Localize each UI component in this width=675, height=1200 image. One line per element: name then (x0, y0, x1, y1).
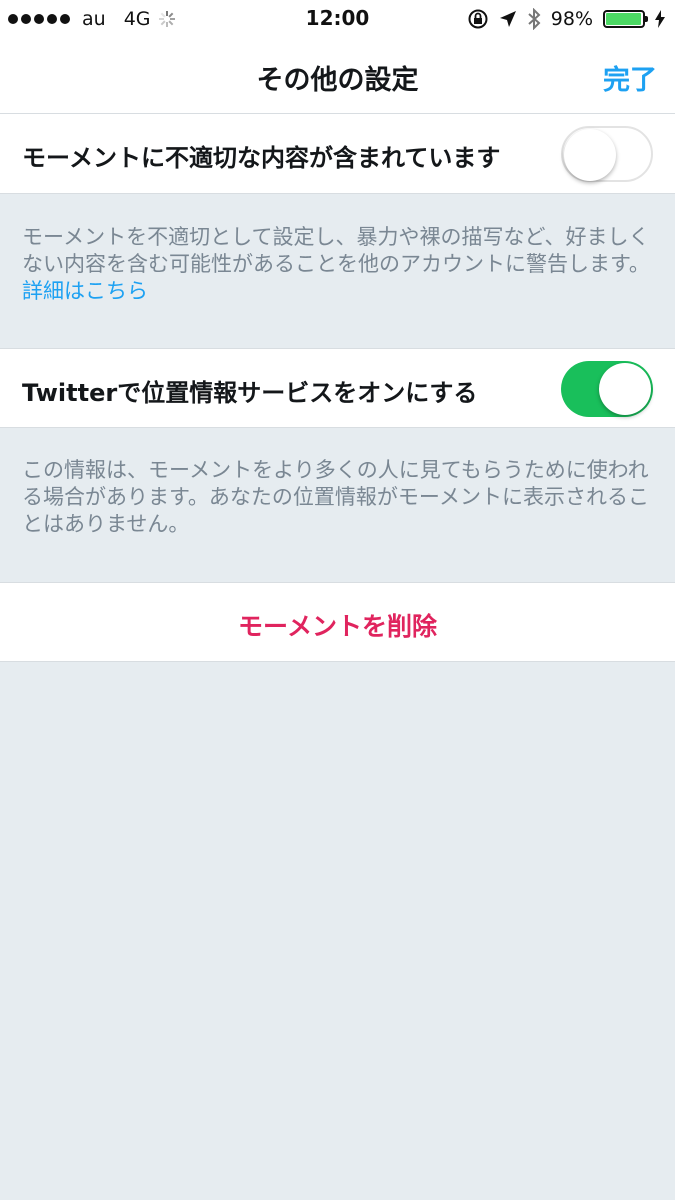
status-bar: au 4G 12:00 98% (0, 0, 675, 40)
rotation-lock-icon (468, 9, 488, 29)
nav-bar: その他の設定 完了 (0, 40, 675, 114)
location-arrow-icon (499, 11, 516, 27)
bluetooth-icon (528, 8, 541, 30)
delete-moment-button[interactable]: モーメントを削除 (0, 607, 675, 643)
toggle-knob (599, 363, 651, 415)
location-description: この情報は、モーメントをより多くの人に見てもらうために使われる場合があります。あ… (22, 458, 650, 536)
setting-label-inappropriate: モーメントに不適切な内容が含まれています (22, 144, 501, 172)
learn-more-link[interactable]: 詳細はこちら (22, 279, 148, 303)
setting-row-location: Twitterで位置情報サービスをオンにする (0, 348, 675, 428)
battery-percent: 98% (550, 8, 593, 30)
inappropriate-description-text: モーメントを不適切として設定し、暴力や裸の描写など、好ましくない内容を含む可能性… (22, 225, 650, 276)
battery-fill (606, 13, 642, 25)
location-toggle[interactable] (561, 361, 653, 417)
setting-label-location: Twitterで位置情報サービスをオンにする (22, 379, 478, 407)
charging-bolt-icon (655, 10, 665, 28)
inappropriate-toggle[interactable] (561, 126, 653, 182)
status-right: 98% (467, 6, 665, 32)
toggle-knob (564, 129, 616, 181)
inappropriate-description: モーメントを不適切として設定し、暴力や裸の描写など、好ましくない内容を含む可能性… (22, 224, 652, 305)
setting-row-inappropriate: モーメントに不適切な内容が含まれています (0, 114, 675, 194)
battery-icon (603, 10, 648, 28)
done-button[interactable]: 完了 (603, 58, 657, 97)
delete-moment-row[interactable]: モーメントを削除 (0, 582, 675, 662)
page-title: その他の設定 (256, 65, 419, 96)
